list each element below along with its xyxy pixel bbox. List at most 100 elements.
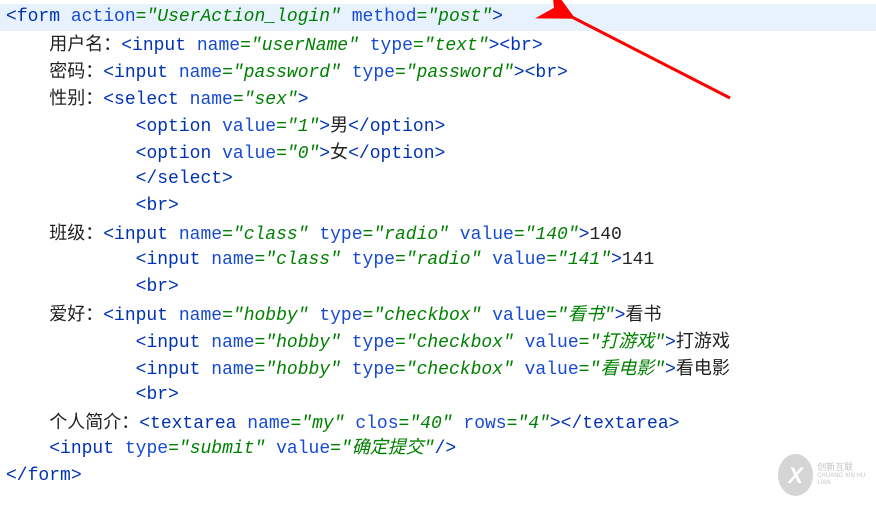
code-token: form bbox=[28, 466, 71, 486]
code-token: > bbox=[319, 144, 330, 164]
code-line: 班级：<input name="class" type="radio" valu… bbox=[6, 220, 870, 247]
code-token: "看书" bbox=[557, 306, 615, 326]
code-token: value bbox=[525, 360, 579, 380]
code-token: value bbox=[276, 439, 330, 459]
code-token: = bbox=[399, 414, 410, 434]
code-token: > bbox=[615, 306, 626, 326]
code-token: input bbox=[60, 439, 114, 459]
code-block: <form action="UserAction_login" method="… bbox=[0, 0, 876, 494]
code-token: value bbox=[222, 117, 276, 137]
code-token: "40" bbox=[409, 414, 452, 434]
code-token: "userName" bbox=[251, 36, 359, 56]
code-token: < bbox=[136, 196, 147, 216]
code-token: clos bbox=[355, 414, 398, 434]
code-token: > bbox=[489, 36, 500, 56]
code-token: < bbox=[136, 117, 147, 137]
code-token: name bbox=[197, 36, 240, 56]
code-token: = bbox=[514, 225, 525, 245]
code-token: "hobby" bbox=[265, 333, 341, 353]
code-token: 女 bbox=[330, 142, 348, 162]
code-token: < bbox=[136, 144, 147, 164]
code-token: "submit" bbox=[179, 439, 265, 459]
code-token: < bbox=[103, 225, 114, 245]
code-token: = bbox=[413, 36, 424, 56]
code-token: input bbox=[114, 225, 168, 245]
code-token bbox=[341, 63, 352, 83]
code-token: = bbox=[136, 7, 147, 27]
code-token: < bbox=[136, 360, 147, 380]
code-token: = bbox=[276, 117, 287, 137]
code-token: 用户名： bbox=[49, 34, 121, 54]
code-token: < bbox=[121, 36, 132, 56]
code-token bbox=[211, 117, 222, 137]
code-token: "hobby" bbox=[233, 306, 309, 326]
code-token: </ bbox=[6, 466, 28, 486]
code-token: 性别： bbox=[49, 88, 103, 108]
code-token: type bbox=[352, 250, 395, 270]
code-token: < bbox=[103, 63, 114, 83]
code-token: input bbox=[146, 360, 200, 380]
code-token: = bbox=[579, 333, 590, 353]
code-token: 爱好： bbox=[49, 304, 103, 324]
code-token: br bbox=[535, 63, 557, 83]
code-token: option bbox=[370, 117, 435, 137]
watermark: X 创新互联 CHUANG XIN HU LIAN bbox=[778, 451, 870, 499]
code-token: = bbox=[507, 414, 518, 434]
watermark-icon: X bbox=[778, 454, 813, 496]
code-token bbox=[341, 7, 352, 27]
code-token: </ bbox=[348, 144, 370, 164]
code-token: "radio" bbox=[406, 250, 482, 270]
code-token: < bbox=[139, 414, 150, 434]
code-token bbox=[168, 63, 179, 83]
code-token bbox=[345, 414, 356, 434]
code-token: "checkbox" bbox=[373, 306, 481, 326]
code-token: 个人简介： bbox=[49, 412, 139, 432]
code-token: = bbox=[168, 439, 179, 459]
code-line: <input name="hobby" type="checkbox" valu… bbox=[6, 328, 870, 355]
code-token: method bbox=[352, 7, 417, 27]
code-token: type bbox=[319, 225, 362, 245]
code-line: 性别：<select name="sex"> bbox=[6, 85, 870, 112]
code-token bbox=[186, 36, 197, 56]
code-line: <option value="0">女</option> bbox=[6, 139, 870, 166]
code-token: type bbox=[352, 333, 395, 353]
code-token: br bbox=[146, 196, 168, 216]
code-token: < bbox=[136, 250, 147, 270]
code-token: > bbox=[168, 277, 179, 297]
code-token: br bbox=[146, 385, 168, 405]
code-token: input bbox=[114, 306, 168, 326]
code-token: > bbox=[665, 360, 676, 380]
code-token: textarea bbox=[582, 414, 668, 434]
code-token: > bbox=[532, 36, 543, 56]
code-token: "text" bbox=[424, 36, 489, 56]
code-token: value bbox=[492, 250, 546, 270]
watermark-text: 创新互联 CHUANG XIN HU LIAN bbox=[817, 463, 870, 486]
code-token: action bbox=[71, 7, 136, 27]
code-token bbox=[236, 414, 247, 434]
code-token: name bbox=[211, 250, 254, 270]
code-token: select bbox=[157, 169, 222, 189]
code-token: = bbox=[395, 250, 406, 270]
code-token: < bbox=[499, 36, 510, 56]
code-token: > bbox=[557, 63, 568, 83]
code-token bbox=[481, 306, 492, 326]
code-token bbox=[514, 360, 525, 380]
code-token: = bbox=[395, 63, 406, 83]
code-token: "UserAction_login" bbox=[146, 7, 340, 27]
code-token: = bbox=[254, 360, 265, 380]
code-token: "radio" bbox=[373, 225, 449, 245]
code-token: name bbox=[211, 333, 254, 353]
code-token: "141" bbox=[557, 250, 611, 270]
code-line: <form action="UserAction_login" method="… bbox=[6, 4, 870, 31]
code-token: 140 bbox=[589, 225, 621, 245]
code-token: "my" bbox=[301, 414, 344, 434]
code-token: = bbox=[546, 306, 557, 326]
code-token: = bbox=[222, 306, 233, 326]
code-token: 打游戏 bbox=[676, 331, 730, 351]
code-line: <input type="submit" value="确定提交"/> bbox=[6, 436, 870, 463]
code-token: > bbox=[669, 414, 680, 434]
code-token: 班级： bbox=[49, 223, 103, 243]
code-token bbox=[514, 333, 525, 353]
code-token: "140" bbox=[525, 225, 579, 245]
code-token: "确定提交" bbox=[341, 439, 435, 459]
